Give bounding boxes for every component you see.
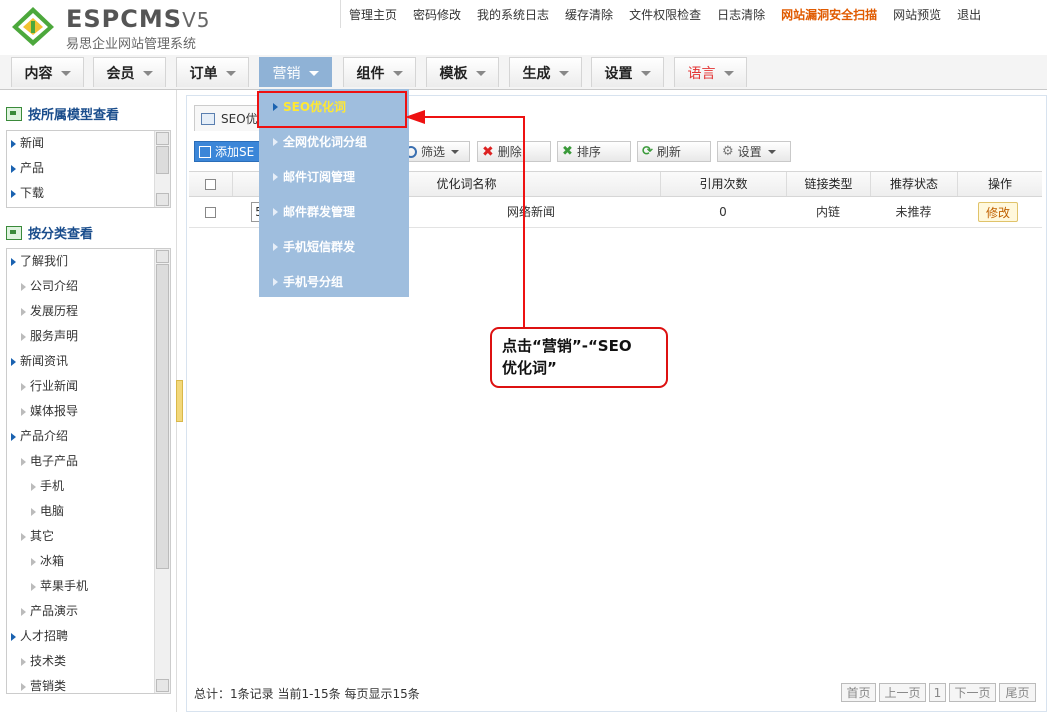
annotation-line: 点击“营销”-“SEO <box>502 337 632 355</box>
annotation-callout: 点击“营销”-“SEO 优化词” <box>490 327 668 388</box>
annotation-line: 优化词” <box>502 359 557 377</box>
